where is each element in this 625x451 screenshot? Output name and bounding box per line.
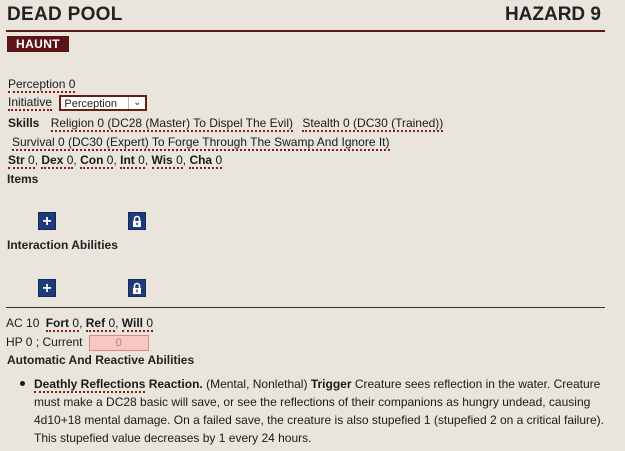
reaction-type: Reaction. xyxy=(148,377,203,391)
plus-icon: + xyxy=(42,280,52,297)
will-value: 0 xyxy=(146,316,154,330)
add-interaction-button[interactable]: + xyxy=(38,279,56,297)
fort-label: Fort xyxy=(45,316,70,330)
lock-icon xyxy=(133,215,141,227)
bullet-icon xyxy=(20,381,25,386)
trigger-text: Creature sees reflection in the water. xyxy=(354,377,551,391)
creature-name: DEAD POOL xyxy=(7,4,123,25)
reaction-traits: (Mental, Nonlethal) xyxy=(206,377,308,391)
ability-wis[interactable]: Wis 0 xyxy=(151,153,183,169)
skills-row-2: Survival 0 (DC30 (Expert) To Forge Throu… xyxy=(12,135,390,151)
will-label: Will xyxy=(121,316,144,330)
reaction-name[interactable]: Deathly Reflections xyxy=(34,377,146,393)
ability-label: Str xyxy=(8,153,25,167)
initiative-select[interactable]: Perception ⌄ xyxy=(59,95,148,111)
ref-value: 0 xyxy=(108,316,116,330)
ability-con[interactable]: Con 0 xyxy=(80,153,114,169)
ability-value: 0 xyxy=(66,153,74,167)
ref-label: Ref xyxy=(85,316,106,330)
ability-int[interactable]: Int 0 xyxy=(120,153,145,169)
lock-items-button[interactable] xyxy=(128,212,146,230)
ability-value: 0 xyxy=(28,153,35,167)
skills-label: Skills xyxy=(8,116,40,130)
fort-save[interactable]: Fort 0 xyxy=(45,316,80,332)
ability-label: Int xyxy=(120,153,135,167)
initiative-row: Initiative Perception ⌄ xyxy=(8,95,148,112)
will-save[interactable]: Will 0 xyxy=(121,316,154,332)
defense-row: AC 10 Fort 0, Ref 0, Will 0 xyxy=(6,316,154,332)
initiative-label[interactable]: Initiative xyxy=(8,95,53,112)
ability-label: Wis xyxy=(151,153,173,167)
ref-save[interactable]: Ref 0 xyxy=(85,316,116,332)
trigger-label: Trigger xyxy=(310,377,352,391)
fort-value: 0 xyxy=(72,316,80,330)
items-heading: Items xyxy=(7,172,39,186)
hp-value: 0 xyxy=(25,335,33,350)
lock-interaction-button[interactable] xyxy=(128,279,146,297)
ability-label: Dex xyxy=(41,153,64,167)
ability-value: 0 xyxy=(138,153,145,167)
title-divider xyxy=(6,30,605,32)
perception-row: Perception 0 xyxy=(8,77,76,93)
plus-icon: + xyxy=(42,213,52,230)
chevron-down-icon: ⌄ xyxy=(128,97,145,109)
hp-row: HP 0 ; Current 0 xyxy=(6,335,149,351)
hp-label: HP xyxy=(6,335,23,350)
lock-icon xyxy=(133,282,141,294)
section-divider xyxy=(6,307,605,308)
add-item-button[interactable]: + xyxy=(38,212,56,230)
trait-badge: HAUNT xyxy=(7,36,69,52)
ability-value: 0 xyxy=(176,153,183,167)
automatic-heading: Automatic And Reactive Abilities xyxy=(7,353,195,367)
perception-value: 0 xyxy=(68,77,76,91)
ac-label: AC xyxy=(6,316,23,330)
interaction-heading: Interaction Abilities xyxy=(7,238,118,252)
ability-dex[interactable]: Dex 0 xyxy=(41,153,74,169)
ability-cha[interactable]: Cha 0 xyxy=(189,153,223,169)
current-hp-input[interactable]: 0 xyxy=(88,335,149,351)
skill-survival[interactable]: Survival 0 (DC30 (Expert) To Forge Throu… xyxy=(12,135,390,151)
perception-link[interactable]: Perception 0 xyxy=(8,77,76,93)
reaction-ability: Deathly Reflections Reaction. (Mental, N… xyxy=(34,375,619,447)
ability-value: 0 xyxy=(215,153,223,167)
initiative-selected: Perception xyxy=(64,98,117,110)
skill-stealth[interactable]: Stealth 0 (DC30 (Trained)) xyxy=(302,116,444,132)
ability-str[interactable]: Str 0 xyxy=(8,153,35,169)
stat-block: DEAD POOL HAZARD 9 HAUNT Perception 0 In… xyxy=(0,0,625,451)
skills-row: Skills Religion 0 (DC28 (Master) To Disp… xyxy=(8,116,444,132)
ability-scores-row: Str 0, Dex 0, Con 0, Int 0, Wis 0, Cha 0 xyxy=(8,153,223,169)
hazard-level: HAZARD 9 xyxy=(504,4,601,25)
ac-value: 10 xyxy=(26,316,40,330)
ability-value: 0 xyxy=(106,153,114,167)
perception-label: Perception xyxy=(8,77,66,91)
current-hp-label: Current xyxy=(42,335,83,350)
skill-religion[interactable]: Religion 0 (DC28 (Master) To Dispel The … xyxy=(50,116,294,132)
ability-label: Cha xyxy=(189,153,213,167)
ability-label: Con xyxy=(80,153,104,167)
